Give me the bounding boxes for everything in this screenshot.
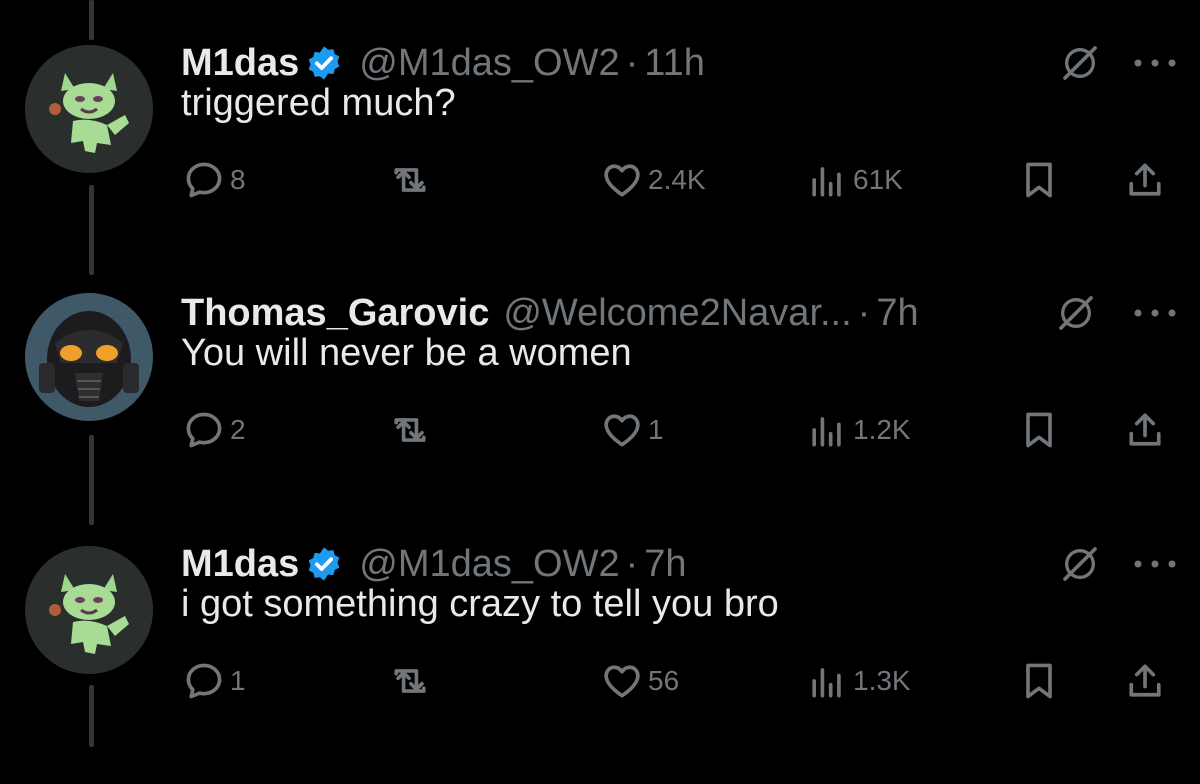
avatar[interactable] [25,45,153,173]
bookmark-button[interactable] [1017,155,1061,205]
reply-button[interactable]: 1 [182,656,246,706]
share-icon [1129,163,1161,196]
repost-button[interactable] [388,656,436,706]
repost-button[interactable] [388,155,436,205]
action-bar: 1 56 1.3K [0,656,1200,706]
tweet[interactable]: M1das @M1das_OW2 · 11h triggered much? 8… [0,33,1200,283]
timestamp[interactable]: 7h [876,283,918,343]
avatar[interactable] [25,546,153,674]
share-icon [1129,413,1161,446]
views-icon [812,417,841,447]
tweet-text: You will never be a women [181,332,632,374]
views-icon [812,668,841,698]
heart-icon [604,164,640,197]
share-button[interactable] [1123,656,1167,706]
reply-count: 2 [230,414,246,445]
grok-icon[interactable] [1056,293,1096,333]
views-button[interactable]: 61K [805,155,903,205]
like-count: 1 [648,414,664,445]
bookmark-icon [1026,663,1052,699]
tweet-text: i got something crazy to tell you bro [181,583,779,625]
views-icon [812,167,841,197]
green-cat-avatar [25,546,153,674]
share-icon [1129,664,1161,697]
view-count: 1.2K [853,414,911,445]
more-icon[interactable] [1130,301,1180,325]
more-icon[interactable] [1130,552,1180,576]
separator: · [857,292,871,334]
like-button[interactable]: 2.4K [600,155,706,205]
power-armor-helmet-avatar [25,293,153,421]
timestamp[interactable]: 11h [644,33,705,93]
share-button[interactable] [1123,405,1167,455]
reply-button[interactable]: 2 [182,405,246,455]
view-count: 1.3K [853,665,911,696]
reply-count: 8 [230,164,246,195]
grok-icon[interactable] [1060,544,1100,584]
bookmark-button[interactable] [1017,405,1061,455]
reply-count: 1 [230,665,246,696]
like-count: 2.4K [648,164,706,195]
bookmark-icon [1026,412,1052,448]
green-cat-avatar [25,45,153,173]
repost-button[interactable] [388,405,436,455]
repost-icon [394,168,426,192]
repost-icon [394,418,426,442]
repost-icon [394,669,426,693]
heart-icon [604,665,640,698]
like-count: 56 [648,665,680,696]
action-bar: 8 2.4K 61K [0,155,1200,205]
views-button[interactable]: 1.3K [805,656,911,706]
separator: · [625,42,639,84]
views-button[interactable]: 1.2K [805,405,911,455]
bookmark-button[interactable] [1017,656,1061,706]
tweet[interactable]: Thomas_Garovic @Welcome2Navar... · 7h Yo… [0,283,1200,533]
reply-icon [186,412,222,448]
share-button[interactable] [1123,155,1167,205]
view-count: 61K [853,164,903,195]
avatar[interactable] [25,293,153,421]
reply-icon [186,663,222,699]
reply-icon [186,162,222,198]
tweet-text: triggered much? [181,82,456,124]
grok-icon[interactable] [1060,43,1100,83]
action-bar: 2 1 1.2K [0,405,1200,455]
more-icon[interactable] [1130,51,1180,75]
like-button[interactable]: 1 [600,405,664,455]
like-button[interactable]: 56 [600,656,679,706]
heart-icon [604,414,640,447]
reply-button[interactable]: 8 [182,155,246,205]
bookmark-icon [1026,162,1052,198]
